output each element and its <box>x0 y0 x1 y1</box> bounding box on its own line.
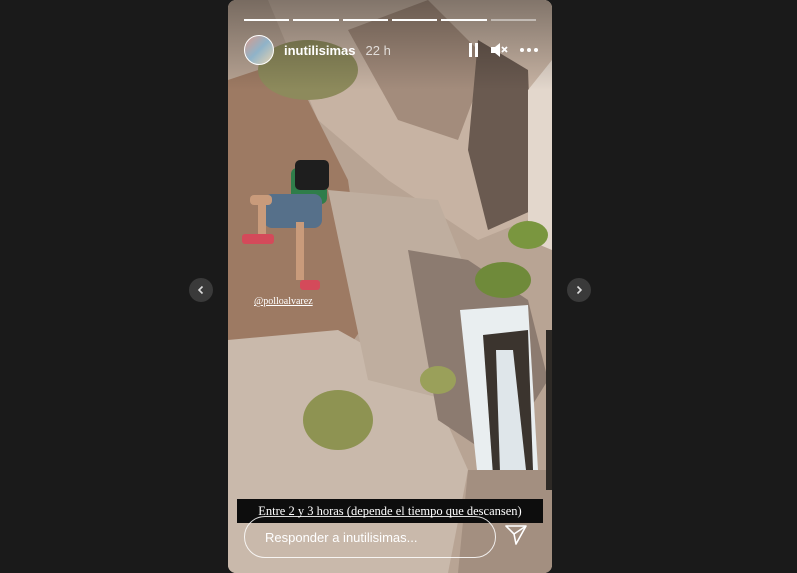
story-progress-bar <box>244 19 536 21</box>
timestamp: 22 h <box>365 42 391 58</box>
progress-segment <box>244 19 290 21</box>
username[interactable]: inutilisimas <box>284 43 356 58</box>
story-header: inutilisimas 22 h <box>244 34 538 66</box>
chevron-left-icon <box>197 285 204 295</box>
reply-placeholder: Responder a inutilisimas... <box>265 529 418 545</box>
progress-segment <box>441 19 487 21</box>
reply-input[interactable]: Responder a inutilisimas... <box>244 516 496 558</box>
avatar[interactable] <box>244 35 274 65</box>
next-story-button[interactable] <box>567 278 591 302</box>
chevron-right-icon <box>576 285 583 295</box>
progress-segment <box>490 19 536 21</box>
progress-segment <box>391 19 438 21</box>
mention-tag[interactable]: @polloalvarez <box>254 296 313 307</box>
progress-segment <box>293 19 339 21</box>
more-icon[interactable] <box>520 48 538 52</box>
pause-icon[interactable] <box>469 43 478 57</box>
story-viewer[interactable]: inutilisimas 22 h @polloalvarez Entre 2 … <box>228 0 552 573</box>
send-icon[interactable] <box>503 522 529 548</box>
progress-segment <box>342 19 388 21</box>
mute-icon[interactable] <box>490 42 508 58</box>
previous-story-button[interactable] <box>189 278 213 302</box>
